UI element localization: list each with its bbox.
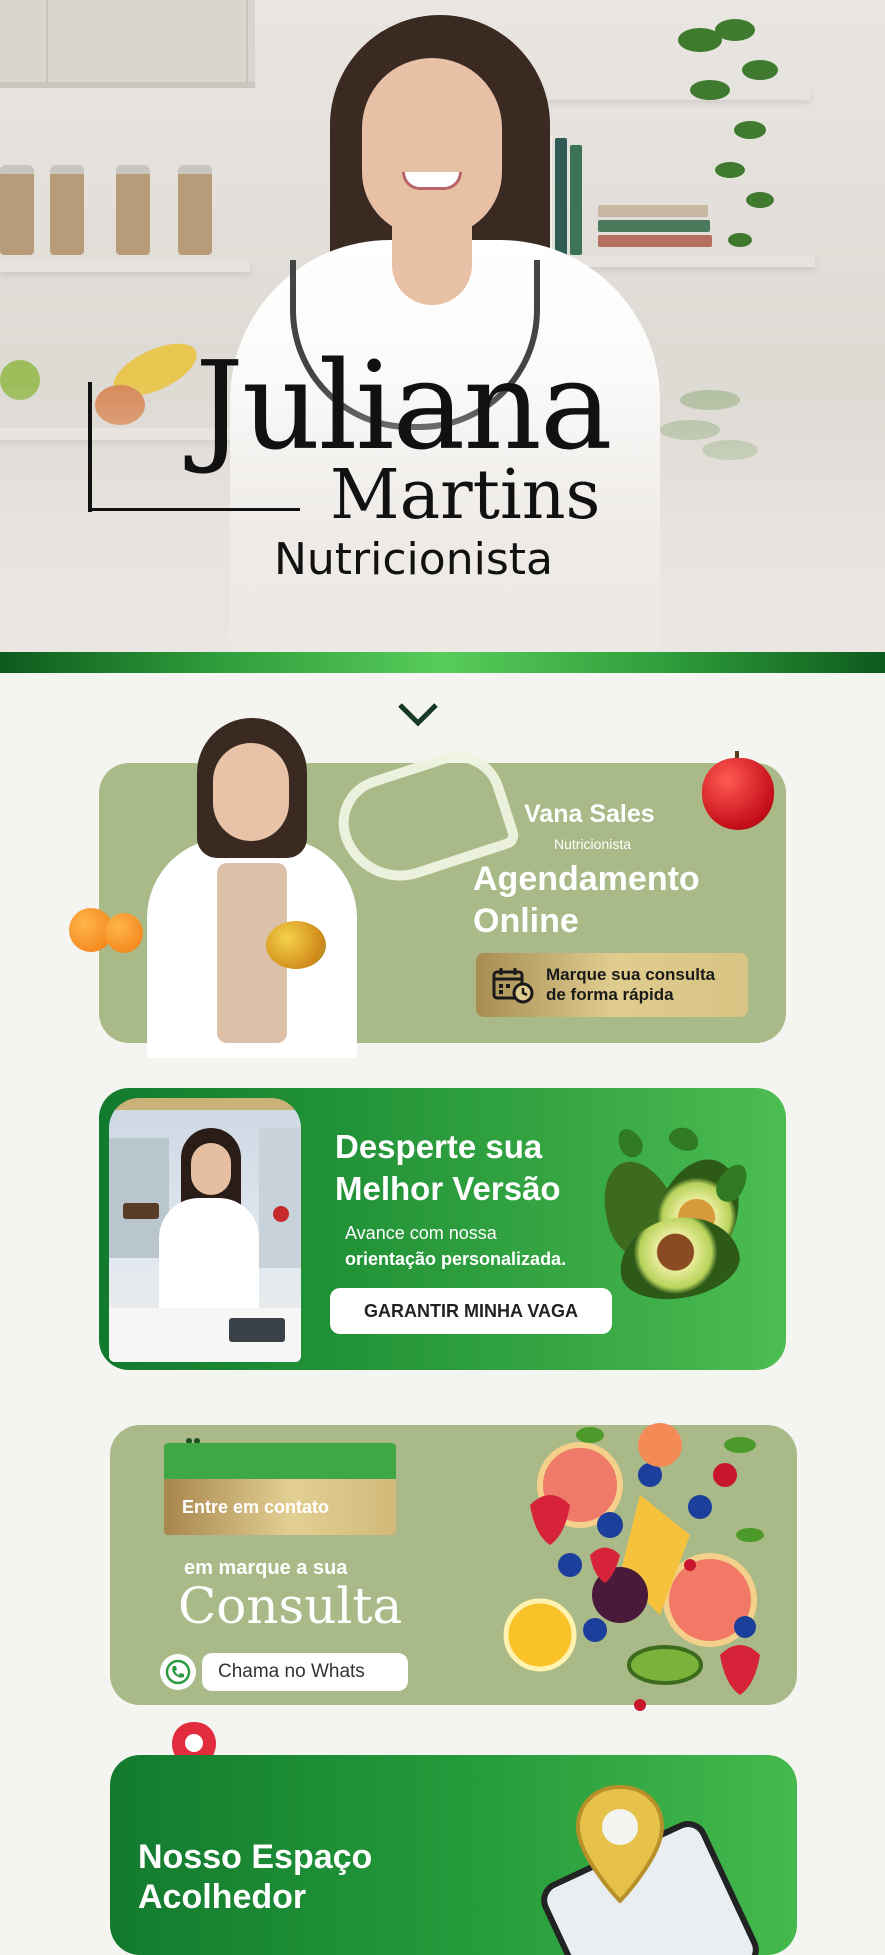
booking-headline-line2: Online [473, 902, 579, 940]
book [570, 145, 582, 255]
booking-button-line2: de forma rápida [546, 985, 674, 1004]
divider-bar [0, 652, 885, 673]
title-frame [88, 508, 300, 511]
contact-tab-top [164, 1443, 396, 1479]
apple [702, 758, 774, 830]
booking-button-line1: Marque sua consulta [546, 965, 716, 984]
location-card[interactable]: Nosso Espaço Acolhedor [110, 1755, 797, 1955]
location-headline: Nosso Espaço Acolhedor [138, 1837, 372, 1917]
mango [266, 921, 326, 969]
jar [116, 165, 150, 255]
contact-card[interactable]: Entre em contato em marque a sua Consult… [110, 1423, 797, 1711]
leaf [612, 1124, 648, 1162]
hero-last-name: Martins [330, 456, 601, 535]
plant [678, 19, 778, 247]
hero-first-name: Juliana [195, 335, 613, 477]
leaf [666, 1123, 702, 1155]
booking-button-label: Marque sua consulta de forma rápida [546, 965, 715, 1005]
gold-pin-icon [575, 1784, 665, 1903]
booking-button[interactable]: Marque sua consulta de forma rápida [476, 953, 748, 1017]
contact-tab-label: Entre em contato [164, 1479, 396, 1535]
jar [0, 165, 34, 255]
orange [105, 913, 143, 953]
kitchen-cabinet [0, 0, 255, 88]
location-headline-line2: Acolhedor [138, 1878, 307, 1916]
book [555, 138, 567, 255]
jar [178, 165, 212, 255]
jar [50, 165, 84, 255]
offer-headline: Desperte sua Melhor Versão [335, 1126, 561, 1210]
booking-role: Nutricionista [554, 836, 632, 852]
hero-profession: Nutricionista [274, 534, 553, 585]
booking-name: Vana Sales [524, 800, 655, 828]
title-frame [88, 382, 92, 512]
offer-sub-line2: orientação personalizada. [345, 1249, 567, 1269]
offer-subtitle: Avance com nossa orientação personalizad… [345, 1220, 566, 1272]
contact-tab[interactable]: Entre em contato [164, 1443, 396, 1535]
whatsapp-button[interactable]: Chama no Whats [160, 1653, 408, 1691]
booking-headline-line1: Agendamento [473, 860, 700, 898]
offer-headline-line1: Desperte sua [335, 1128, 543, 1165]
chevron-down-icon[interactable] [396, 695, 440, 739]
whatsapp-label: Chama no Whats [202, 1653, 408, 1691]
offer-sub-line1: Avance com nossa [345, 1223, 497, 1243]
contact-script: Consulta [178, 1577, 403, 1635]
whatsapp-icon [160, 1654, 196, 1690]
offer-card[interactable]: Desperte sua Melhor Versão Avance com no… [99, 1088, 786, 1370]
portrait-face [362, 58, 502, 236]
hero-banner: Juliana Martins Nutricionista [0, 0, 885, 652]
portrait-smile [402, 172, 462, 190]
doctor-photo [109, 1098, 301, 1362]
booking-card[interactable]: Vana Sales Nutricionista Agendamento Onl… [69, 718, 786, 1058]
fruit-splash [503, 1423, 764, 1711]
booking-headline: Agendamento Online [473, 858, 700, 942]
offer-headline-line2: Melhor Versão [335, 1170, 561, 1207]
shelf [0, 260, 250, 272]
guarantee-slot-button[interactable]: GARANTIR MINHA VAGA [330, 1288, 612, 1334]
calendar-clock-icon [492, 968, 534, 1004]
doctor-face [213, 743, 289, 841]
location-headline-line1: Nosso Espaço [138, 1838, 373, 1876]
